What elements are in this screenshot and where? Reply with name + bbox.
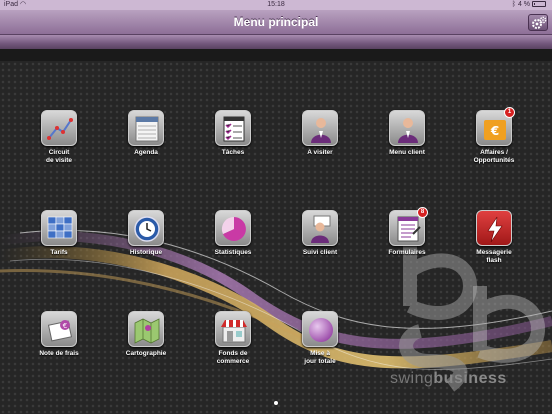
- gears-icon: [532, 16, 547, 29]
- tile-a-visiter[interactable]: A visiter: [280, 110, 360, 157]
- tile-messagerie-flash[interactable]: Messagerie flash: [454, 210, 534, 264]
- tile-menu-client[interactable]: Menu client: [367, 110, 447, 157]
- page-indicator-dot[interactable]: [274, 401, 278, 405]
- page-title: Menu principal: [233, 15, 319, 29]
- tile-label: Fonds de commerce: [216, 350, 250, 365]
- money-folder-icon: € 1: [476, 107, 515, 146]
- tile-note-de-frais[interactable]: € Note de frais: [19, 311, 99, 358]
- tile-circuit-de-visite[interactable]: Circuit de visite: [19, 110, 99, 164]
- brand-wordmark: swingbusiness: [390, 370, 507, 387]
- bluetooth-icon: ᛒ: [511, 1, 516, 8]
- tile-label: A visiter: [307, 149, 333, 156]
- header-divider: [0, 49, 552, 61]
- tile-taches[interactable]: Tâches: [193, 110, 273, 157]
- form-icon: 8: [389, 207, 428, 246]
- price-grid-icon: [41, 210, 77, 246]
- tile-formulaires[interactable]: 8 Formulaires: [367, 207, 447, 257]
- tile-suivi-client[interactable]: Suivi client: [280, 210, 360, 257]
- status-bar: iPad ◠ 15:18 ᛒ 4 %: [0, 0, 552, 10]
- status-right: ᛒ 4 %: [512, 0, 546, 10]
- svg-text:€: €: [63, 322, 67, 330]
- battery-icon: [532, 1, 546, 7]
- task-list-icon: [215, 110, 251, 146]
- client-icon: [389, 110, 425, 146]
- tile-cartographie[interactable]: Cartographie: [106, 311, 186, 358]
- flash-message-icon: [476, 210, 512, 246]
- shop-icon: [215, 311, 251, 347]
- notification-badge: 1: [504, 107, 515, 118]
- tile-label: Tâches: [221, 149, 245, 156]
- tile-label: Circuit de visite: [45, 149, 72, 164]
- tile-label: Cartographie: [125, 350, 167, 357]
- header-band: [0, 35, 552, 49]
- client-card-icon: [302, 210, 338, 246]
- tile-agenda[interactable]: Agenda: [106, 110, 186, 157]
- notification-badge: 8: [417, 207, 428, 218]
- tile-label: Suivi client: [302, 249, 338, 256]
- tile-historique[interactable]: Historique: [106, 210, 186, 257]
- tile-label: Mise à jour totale: [304, 350, 336, 365]
- history-icon: [128, 210, 164, 246]
- tile-statistiques[interactable]: Statistiques: [193, 210, 273, 257]
- tile-fonds-de-commerce[interactable]: Fonds de commerce: [193, 311, 273, 365]
- svg-text:€: €: [490, 124, 499, 138]
- tile-label: Affaires / Opportunités: [473, 149, 515, 164]
- tile-affaires-opportunites[interactable]: € 1 Affaires / Opportunités: [454, 107, 534, 164]
- tile-tarifs[interactable]: Tarifs: [19, 210, 99, 257]
- settings-button[interactable]: [528, 14, 548, 31]
- tile-label: Agenda: [134, 149, 158, 156]
- tile-label: Menu client: [389, 149, 425, 156]
- tile-label: Messagerie flash: [476, 249, 512, 264]
- tile-label: Historique: [129, 249, 163, 256]
- pie-chart-icon: [215, 210, 251, 246]
- businessman-icon: [302, 110, 338, 146]
- tile-label: Statistiques: [214, 249, 252, 256]
- tile-mise-a-jour-totale[interactable]: Mise à jour totale: [280, 311, 360, 365]
- tile-label: Formulaires: [388, 249, 426, 256]
- route-icon: [41, 110, 77, 146]
- navigation-bar: Menu principal: [0, 10, 552, 35]
- tile-label: Tarifs: [50, 249, 68, 256]
- map-icon: [128, 311, 164, 347]
- battery-percent: 4 %: [517, 1, 530, 8]
- calendar-icon: [128, 110, 164, 146]
- status-time: 15:18: [267, 1, 285, 8]
- sync-sphere-icon: [302, 311, 338, 347]
- tile-label: Note de frais: [39, 350, 79, 357]
- expense-note-icon: €: [41, 311, 77, 347]
